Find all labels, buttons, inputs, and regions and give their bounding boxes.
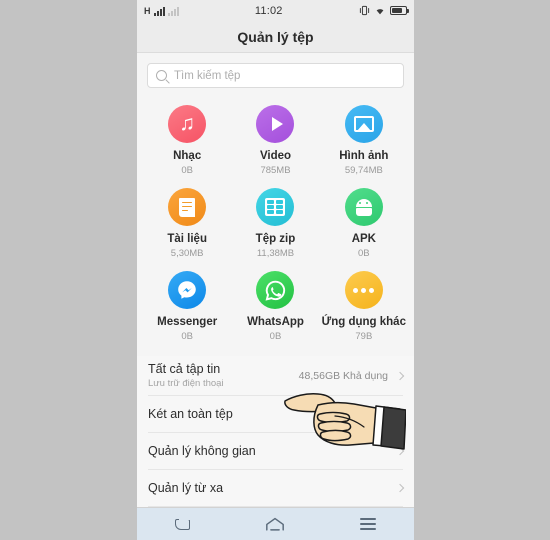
phone-frame: H 11:02 Quản lý tệp Tìm kiếm tệp ♫ Nhạc … bbox=[137, 0, 414, 540]
list-item-title: Quản lý không gian bbox=[148, 443, 256, 458]
category-grid: Nhạc 0B Video 785MB Hình ảnh 59,74MB bbox=[137, 97, 414, 356]
category-size: 59,74MB bbox=[344, 165, 383, 176]
vibrate-icon bbox=[359, 5, 370, 16]
category-size: 79B bbox=[355, 331, 373, 342]
category-size: 0B bbox=[358, 248, 370, 259]
list-item-text: Quản lý từ xa bbox=[148, 481, 397, 496]
messenger-icon bbox=[168, 271, 207, 309]
list-item-file-safe[interactable]: Két an toàn tệp bbox=[148, 396, 405, 433]
category-size: 0B bbox=[181, 165, 193, 176]
category-tile-music[interactable]: Nhạc 0B bbox=[143, 99, 231, 180]
chevron-right-icon bbox=[395, 371, 405, 380]
category-name: APK bbox=[351, 233, 376, 245]
home-icon[interactable] bbox=[265, 517, 285, 531]
search-input[interactable]: Tìm kiếm tệp bbox=[147, 63, 404, 88]
list-item-value: 48,56GB Khả dụng bbox=[298, 369, 388, 382]
status-bar: H 11:02 bbox=[137, 0, 414, 21]
category-name: Messenger bbox=[157, 316, 218, 328]
status-bar-right bbox=[359, 5, 409, 16]
category-name: WhatsApp bbox=[247, 316, 304, 328]
search-icon bbox=[156, 70, 167, 81]
category-size: 0B bbox=[181, 331, 193, 342]
settings-list: Tất cả tập tin Lưu trữ điện thoại 48,56G… bbox=[137, 356, 414, 507]
list-item-text: Tất cả tập tin Lưu trữ điện thoại bbox=[148, 362, 299, 390]
category-tile-documents[interactable]: Tài liệu 5,30MB bbox=[143, 182, 231, 263]
whatsapp-phone-icon bbox=[265, 280, 286, 301]
category-name: Tài liệu bbox=[167, 233, 207, 245]
category-name: Nhạc bbox=[173, 150, 202, 162]
category-size: 785MB bbox=[260, 165, 291, 176]
more-apps-icon bbox=[344, 271, 383, 309]
category-tile-messenger[interactable]: Messenger 0B bbox=[143, 265, 231, 346]
whatsapp-icon bbox=[256, 271, 295, 309]
back-icon[interactable] bbox=[174, 517, 190, 530]
category-name: Ứng dụng khác bbox=[321, 316, 406, 328]
screenshot-canvas: H 11:02 Quản lý tệp Tìm kiếm tệp ♫ Nhạc … bbox=[0, 0, 550, 540]
signal-bars-dim-icon bbox=[167, 6, 179, 16]
image-icon bbox=[344, 105, 383, 143]
signal-bars-icon bbox=[153, 6, 165, 16]
category-tile-zip[interactable]: Tệp zip 11,38MB bbox=[231, 182, 319, 263]
battery-icon bbox=[390, 6, 409, 15]
music-icon bbox=[168, 105, 207, 143]
carrier-h-label: H bbox=[144, 5, 151, 16]
list-item-text: Quản lý không gian bbox=[148, 444, 397, 459]
document-icon bbox=[168, 188, 207, 226]
video-play-icon bbox=[256, 105, 295, 143]
list-item-all-files[interactable]: Tất cả tập tin Lưu trữ điện thoại 48,56G… bbox=[148, 356, 405, 396]
category-name: Video bbox=[259, 150, 292, 162]
system-navigation-bar bbox=[137, 507, 414, 540]
list-item-space-manager[interactable]: Quản lý không gian bbox=[148, 433, 405, 470]
status-bar-left: H bbox=[144, 6, 179, 16]
zip-icon bbox=[256, 188, 295, 226]
category-size: 5,30MB bbox=[170, 248, 204, 259]
menu-icon[interactable] bbox=[360, 518, 377, 530]
category-tile-whatsapp[interactable]: WhatsApp 0B bbox=[231, 265, 319, 346]
category-size: 11,38MB bbox=[256, 248, 295, 259]
category-tile-video[interactable]: Video 785MB bbox=[231, 99, 319, 180]
list-item-remote-manager[interactable]: Quản lý từ xa bbox=[148, 470, 405, 507]
chevron-right-icon bbox=[395, 409, 405, 419]
category-tile-other-apps[interactable]: Ứng dụng khác 79B bbox=[320, 265, 408, 346]
android-icon bbox=[344, 188, 383, 226]
list-item-subtitle: Lưu trữ điện thoại bbox=[148, 377, 224, 389]
search-section: Tìm kiếm tệp bbox=[137, 53, 414, 97]
list-item-title: Két an toàn tệp bbox=[148, 406, 233, 421]
category-name: Hình ảnh bbox=[339, 150, 389, 162]
list-item-text: Két an toàn tệp bbox=[148, 407, 397, 422]
chevron-right-icon bbox=[395, 446, 405, 456]
list-item-title: Quản lý từ xa bbox=[148, 480, 224, 495]
category-tile-images[interactable]: Hình ảnh 59,74MB bbox=[320, 99, 408, 180]
messenger-bolt-icon bbox=[178, 281, 196, 299]
category-tile-apk[interactable]: APK 0B bbox=[320, 182, 408, 263]
category-name: Tệp zip bbox=[255, 233, 296, 245]
list-item-title: Tất cả tập tin bbox=[148, 361, 221, 376]
page-title: Quản lý tệp bbox=[137, 21, 414, 53]
category-size: 0B bbox=[269, 331, 282, 342]
chevron-right-icon bbox=[395, 483, 405, 493]
status-bar-clock: 11:02 bbox=[254, 4, 283, 17]
wifi-icon bbox=[376, 8, 384, 14]
search-placeholder: Tìm kiếm tệp bbox=[174, 69, 241, 82]
